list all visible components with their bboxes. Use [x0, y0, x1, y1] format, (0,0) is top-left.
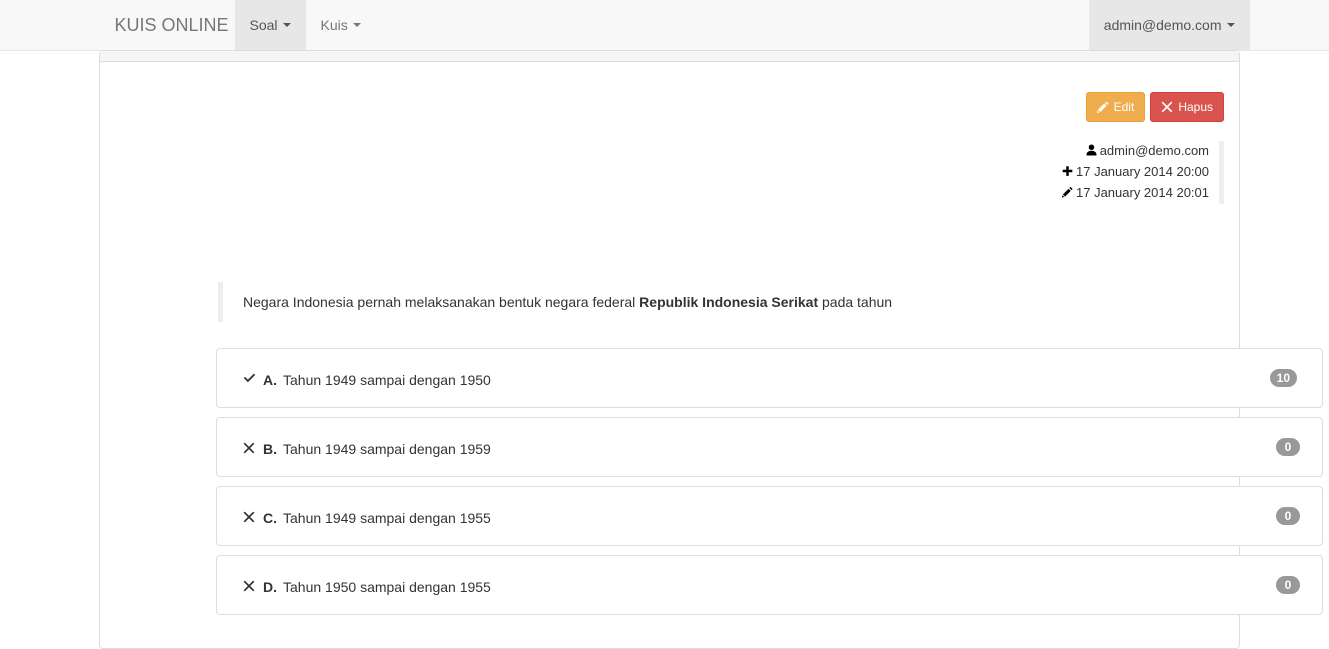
- chevron-down-icon: [282, 23, 291, 27]
- panel-body: Edit Hapus admin@demo.com 17 January 201…: [100, 62, 1323, 615]
- delete-button[interactable]: Hapus: [1150, 92, 1224, 122]
- user-icon: [1086, 142, 1097, 162]
- user-nav: admin@demo.com: [1088, 0, 1250, 50]
- meta-created-row: 17 January 2014 20:00: [1062, 162, 1209, 183]
- pencil-icon: [1062, 184, 1073, 204]
- nav-item-kuis[interactable]: Kuis: [306, 0, 376, 50]
- primary-nav: Soal Kuis: [234, 0, 376, 50]
- chevron-down-icon: [352, 23, 361, 27]
- question-prefix: Negara Indonesia pernah melaksanakan ben…: [243, 294, 640, 310]
- answer-option-c-letter: C.: [263, 510, 277, 526]
- answer-option-a-count: 10: [1269, 369, 1297, 387]
- answer-option-c[interactable]: C. Tahun 1949 sampai dengan 1955 0: [216, 486, 1323, 546]
- answer-option-a-text: Tahun 1949 sampai dengan 1950: [283, 372, 491, 388]
- nav-item-kuis-label: Kuis: [320, 17, 348, 33]
- meta-author-row: admin@demo.com: [1062, 141, 1209, 162]
- chevron-down-icon: [1226, 23, 1235, 27]
- question-text: Negara Indonesia pernah melaksanakan ben…: [218, 282, 1268, 322]
- answer-option-a-letter: A.: [263, 372, 277, 388]
- nav-item-soal[interactable]: Soal: [234, 0, 306, 50]
- delete-button-label: Hapus: [1178, 100, 1213, 114]
- answer-option-c-text: Tahun 1949 sampai dengan 1955: [283, 510, 491, 526]
- answer-options-list: A. Tahun 1949 sampai dengan 1950 10 B. T: [216, 348, 1323, 624]
- answer-option-d-text: Tahun 1950 sampai dengan 1955: [283, 579, 491, 595]
- question-metadata: admin@demo.com 17 January 2014 20:00 17: [1062, 141, 1224, 204]
- answer-option-d-content: D. Tahun 1950 sampai dengan 1955: [243, 577, 491, 597]
- times-icon: [243, 508, 257, 528]
- page-container: Edit Hapus admin@demo.com 17 January 201…: [0, 50, 1329, 649]
- times-icon: [243, 577, 257, 597]
- meta-updated-value: 17 January 2014 20:01: [1076, 185, 1209, 200]
- user-menu[interactable]: admin@demo.com: [1088, 0, 1250, 50]
- answer-option-d-count: 0: [1276, 576, 1300, 594]
- answer-option-b-text: Tahun 1949 sampai dengan 1959: [283, 441, 491, 457]
- answer-option-d[interactable]: D. Tahun 1950 sampai dengan 1955 0: [216, 555, 1323, 615]
- answer-option-b-count: 0: [1276, 438, 1300, 456]
- meta-created-value: 17 January 2014 20:00: [1076, 164, 1209, 179]
- question-emphasis: Republik Indonesia Serikat: [639, 294, 819, 310]
- answer-option-b-letter: B.: [263, 441, 277, 457]
- answer-option-b[interactable]: B. Tahun 1949 sampai dengan 1959 0: [216, 417, 1323, 477]
- question-suffix: pada tahun: [818, 294, 893, 310]
- action-buttons: Edit Hapus: [1085, 92, 1224, 122]
- edit-button-label: Edit: [1113, 100, 1135, 114]
- answer-option-c-content: C. Tahun 1949 sampai dengan 1955: [243, 508, 491, 528]
- answer-option-c-count: 0: [1276, 507, 1300, 525]
- times-icon: [1161, 101, 1173, 113]
- user-menu-label: admin@demo.com: [1103, 17, 1222, 33]
- panel-heading: [100, 51, 1239, 62]
- meta-updated-row: 17 January 2014 20:01: [1062, 183, 1209, 204]
- answer-option-a-content: A. Tahun 1949 sampai dengan 1950: [243, 370, 491, 390]
- answer-option-d-letter: D.: [263, 579, 277, 595]
- answer-option-a[interactable]: A. Tahun 1949 sampai dengan 1950 10: [216, 348, 1323, 408]
- plus-icon: [1062, 163, 1073, 183]
- nav-item-soal-label: Soal: [249, 17, 278, 33]
- check-icon: [243, 370, 257, 390]
- edit-button[interactable]: Edit: [1085, 92, 1146, 122]
- meta-author-value: admin@demo.com: [1099, 143, 1209, 158]
- answer-option-b-content: B. Tahun 1949 sampai dengan 1959: [243, 439, 491, 459]
- brand-logo[interactable]: KUIS ONLINE: [100, 0, 244, 50]
- question-panel: Edit Hapus admin@demo.com 17 January 201…: [99, 50, 1323, 649]
- times-icon: [243, 439, 257, 459]
- top-navbar: KUIS ONLINE Soal Kuis admin@demo.com: [0, 0, 1329, 51]
- pencil-icon: [1096, 101, 1109, 113]
